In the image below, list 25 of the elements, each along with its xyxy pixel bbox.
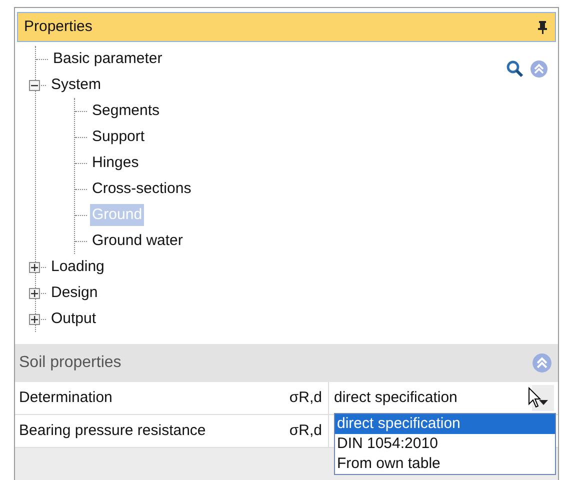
tree-item[interactable]: Loading [49,256,106,278]
property-name: Bearing pressure resistance [18,420,207,441]
cursor-icon [528,387,542,409]
tree-item[interactable]: Ground water [90,230,185,252]
caret-icon [538,400,548,405]
tree-item[interactable]: Hinges [90,152,141,174]
property-name: Determination [18,388,114,408]
tree-item[interactable]: Segments [90,100,162,122]
expander-icon[interactable] [29,80,40,90]
expander-icon[interactable] [29,314,40,324]
property-value[interactable]: direct specification [334,386,458,410]
tree-item[interactable]: System [49,74,104,96]
dropdown-option[interactable]: direct specification [335,414,555,434]
search-icon[interactable] [506,60,524,78]
tree-item[interactable]: Basic parameter [51,48,164,70]
panel-title: Properties [24,16,92,37]
expander-icon[interactable] [29,288,40,298]
expander-icon[interactable] [29,262,40,272]
tree-item[interactable]: Support [90,126,147,148]
tree-item[interactable]: Output [49,308,98,330]
pin-icon[interactable] [538,20,547,34]
tree-item[interactable]: Design [49,282,100,304]
tree-item[interactable]: Cross-sections [90,178,194,200]
dropdown-option[interactable]: DIN 1054:2010 [335,434,555,454]
section-title: Soil properties [19,353,122,373]
